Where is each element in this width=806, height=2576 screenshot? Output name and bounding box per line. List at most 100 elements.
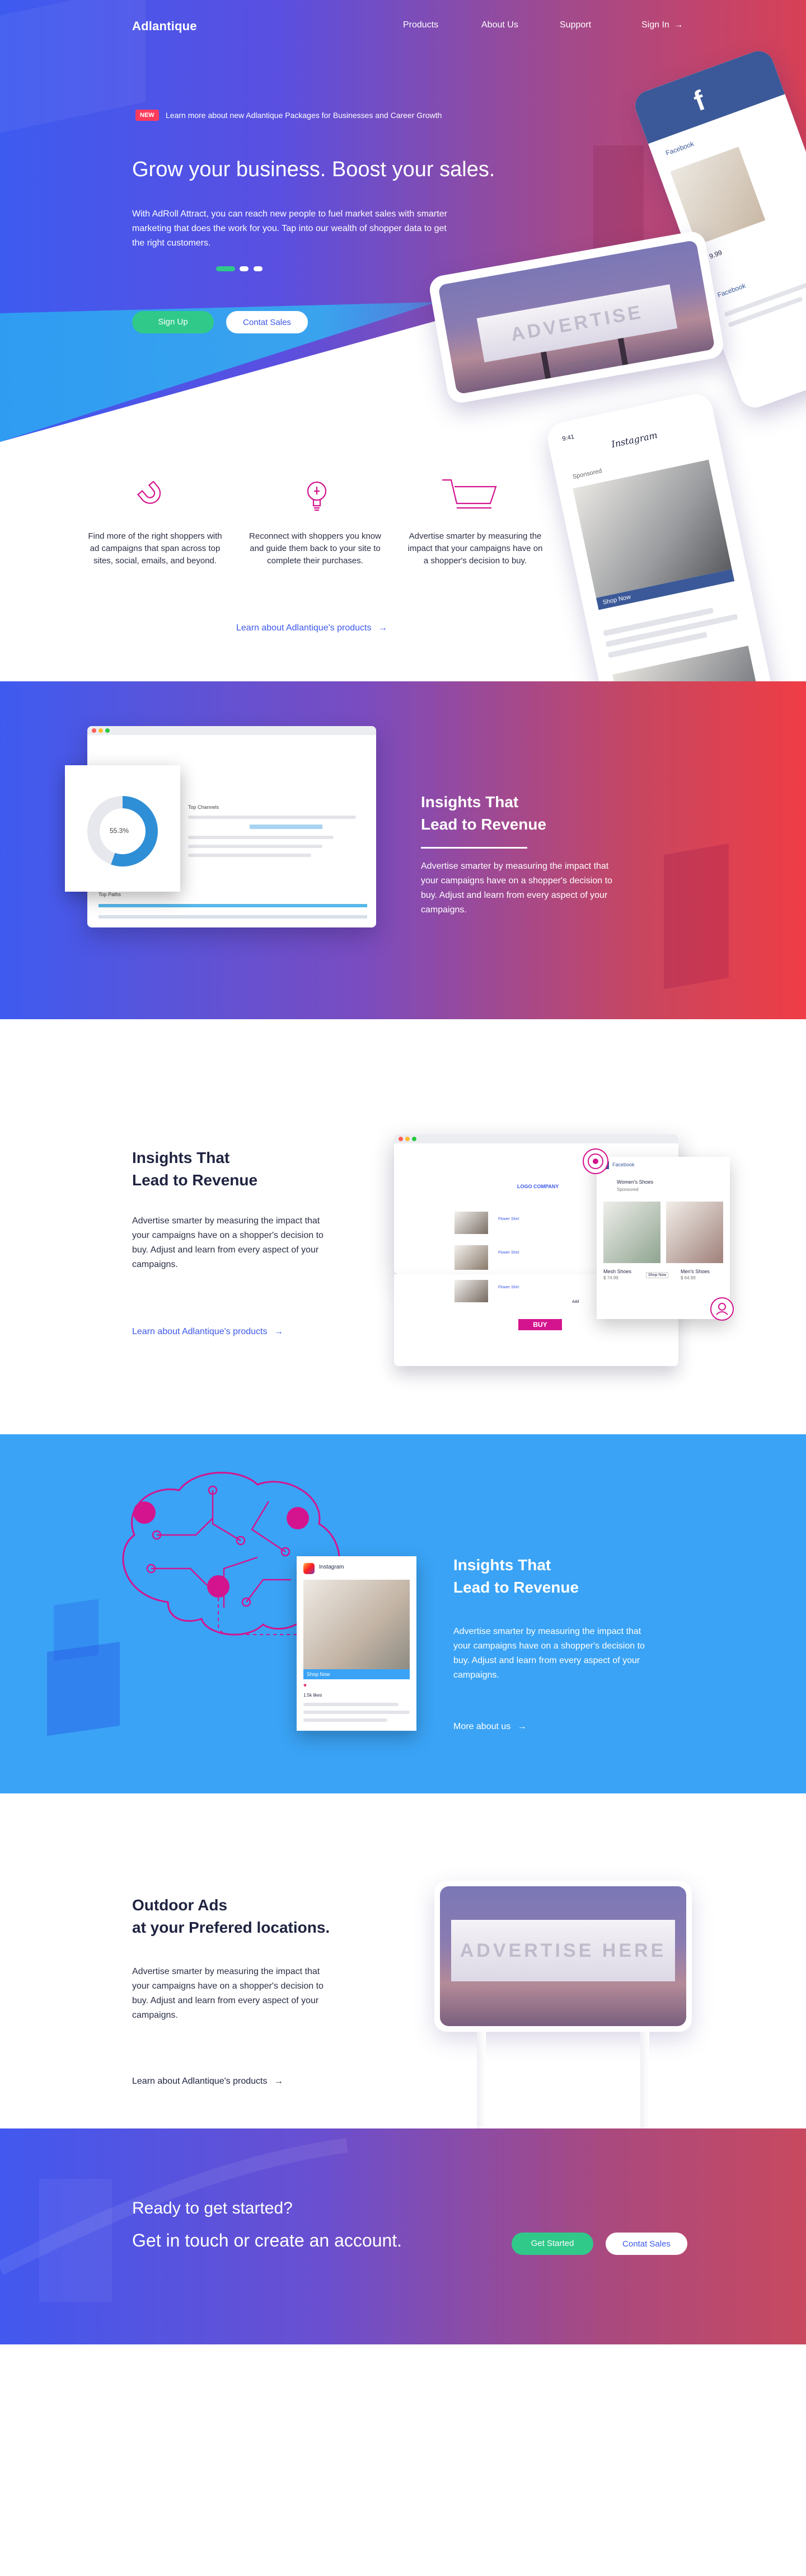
placeholder-line [188, 854, 311, 857]
fb-post-image [670, 147, 766, 246]
likes-count: 1.5k likes [303, 1693, 322, 1698]
instagram-phone-mockup: 9:41 Instagram Sponsored Shop Now [545, 390, 774, 682]
channel-bar [250, 825, 322, 829]
target-icon [583, 1148, 608, 1174]
sign-in-label: Sign In [641, 20, 669, 30]
insights-title-line2: Lead to Revenue [421, 816, 547, 833]
carousel-dot-active[interactable] [216, 266, 235, 271]
user-target-icon [710, 1297, 734, 1321]
divider [421, 847, 527, 849]
cta-section: Ready to get started? Get in touch or cr… [0, 2128, 806, 2344]
more-about-us-label: More about us [453, 1722, 511, 1731]
mens-shoes-price: $ 64.99 [681, 1275, 696, 1280]
product-name: Flower Shirt [498, 1285, 519, 1289]
billboard-leg [477, 2032, 486, 2129]
cta-line1: Ready to get started? [132, 2199, 293, 2217]
nav-sign-in[interactable]: Sign In → [641, 20, 683, 30]
product-image [454, 1280, 488, 1302]
hero-title: Grow your business. Boost your sales. [132, 158, 495, 181]
billboard-post [617, 338, 630, 372]
fb-post-name: Facebook [664, 139, 695, 157]
logo-company: LOGO COMPANY [517, 1184, 559, 1189]
heart-icon[interactable]: ♥ [303, 1683, 307, 1689]
nav-about-us[interactable]: About Us [481, 20, 518, 30]
status-time: 9:41 [561, 433, 575, 443]
arrow-right-icon: → [274, 2076, 283, 2086]
billboard-card: ADVERTISE HERE [434, 1881, 692, 2032]
insights-section-white: Insights That Lead to Revenue Advertise … [0, 1019, 806, 1434]
feature-text-reconnect: Reconnect with shoppers you know and gui… [249, 531, 381, 566]
placeholder-line [303, 1711, 410, 1714]
insights-title-line2: Lead to Revenue [453, 1579, 579, 1596]
outdoor-title-line1: Outdoor Ads [132, 1896, 228, 1914]
product-image [454, 1212, 488, 1234]
carousel-dot[interactable] [240, 266, 249, 271]
browser-chrome [87, 726, 376, 735]
hero-section: Adlantique Products About Us Support Sig… [0, 0, 806, 682]
instagram-icon [303, 1563, 315, 1574]
insights-body: Advertise smarter by measuring the impac… [132, 1216, 324, 1269]
fb-card-title: Facebook [612, 1162, 635, 1167]
contact-sales-button[interactable]: Contat Sales [226, 311, 308, 333]
ad-image-plants [603, 1202, 660, 1263]
arrow-right-icon: → [517, 1722, 527, 1731]
path-bar [99, 904, 367, 907]
buy-button[interactable]: BUY [518, 1319, 562, 1330]
outdoor-title-line2: at your Prefered locations. [132, 1919, 330, 1936]
insights-title: Insights That Lead to Revenue [453, 1554, 579, 1599]
nav-support[interactable]: Support [560, 20, 591, 30]
min-dot [405, 1137, 410, 1141]
nav-products[interactable]: Products [403, 20, 438, 30]
feature-text-find: Find more of the right shoppers with ad … [88, 531, 222, 566]
new-badge: NEW [135, 110, 159, 121]
contact-sales-button[interactable]: Contat Sales [606, 2233, 687, 2255]
max-dot [105, 728, 110, 733]
announcement-link[interactable]: Learn more about new Adlantique Packages… [166, 111, 442, 120]
billboard-face: ADVERTISE HERE [476, 284, 678, 383]
outdoor-ads-section: Outdoor Ads at your Prefered locations. … [0, 1793, 806, 2129]
insights-section-gradient: Top Channels Top Paths 55.3% Insights Th… [0, 681, 806, 1019]
more-about-us-link[interactable]: More about us → [453, 1722, 527, 1732]
brand-logo[interactable]: Adlantique [132, 19, 197, 34]
insights-title: Insights That Lead to Revenue [421, 791, 546, 836]
product-name: Flower Shirt [498, 1251, 519, 1255]
sponsored-label: Sponsored [571, 467, 603, 481]
carousel-dot[interactable] [253, 266, 263, 271]
product-name: Flower Shirt [498, 1217, 519, 1221]
close-dot [399, 1137, 403, 1141]
placeholder-line [303, 1703, 399, 1706]
instagram-logo: Instagram [610, 430, 659, 450]
decor-shape [54, 1599, 99, 1661]
outdoor-title: Outdoor Ads at your Prefered locations. [132, 1894, 330, 1939]
insights-title: Insights That Lead to Revenue [132, 1147, 257, 1192]
arrow-right-icon: → [378, 623, 387, 633]
cart-icon [442, 479, 497, 509]
mens-shoes-label: Men's Shoes [681, 1269, 710, 1274]
shop-now-bar[interactable]: Shop Now [303, 1669, 410, 1679]
get-started-button[interactable]: Get Started [512, 2233, 593, 2255]
insights-body: Advertise smarter by measuring the impac… [453, 1627, 645, 1680]
billboard-photo: ADVERTISE HERE [440, 1886, 686, 2026]
magnet-icon [137, 481, 161, 504]
mesh-shoes-label: Mesh Shoes [603, 1269, 632, 1274]
billboard-leg [640, 2032, 649, 2129]
add-button[interactable]: Add [572, 1300, 579, 1304]
arrow-right-icon: → [674, 20, 683, 30]
learn-products-link[interactable]: Learn about Adlantique's products → [132, 2076, 283, 2087]
learn-products-link[interactable]: Learn about Adlantique's products → [132, 1327, 283, 1337]
insights-title-line1: Insights That [421, 793, 519, 811]
close-dot [92, 728, 96, 733]
billboard-face: ADVERTISE HERE [451, 1920, 675, 1981]
placeholder-line [303, 1718, 387, 1722]
learn-products-link[interactable]: Learn about Adlantique's products → [236, 623, 387, 633]
carousel-dots [216, 264, 265, 274]
insights-title-line2: Lead to Revenue [132, 1171, 258, 1189]
womens-shoes-label: Women's Shoes [617, 1179, 654, 1185]
placeholder-line [188, 816, 356, 819]
product-image [454, 1245, 488, 1270]
insights-title-line1: Insights That [132, 1149, 230, 1166]
browser-chrome [394, 1134, 678, 1143]
placeholder-line [188, 845, 322, 848]
sign-up-button[interactable]: Sign Up [132, 311, 214, 333]
shop-now-button[interactable]: Shop Now [646, 1272, 669, 1278]
